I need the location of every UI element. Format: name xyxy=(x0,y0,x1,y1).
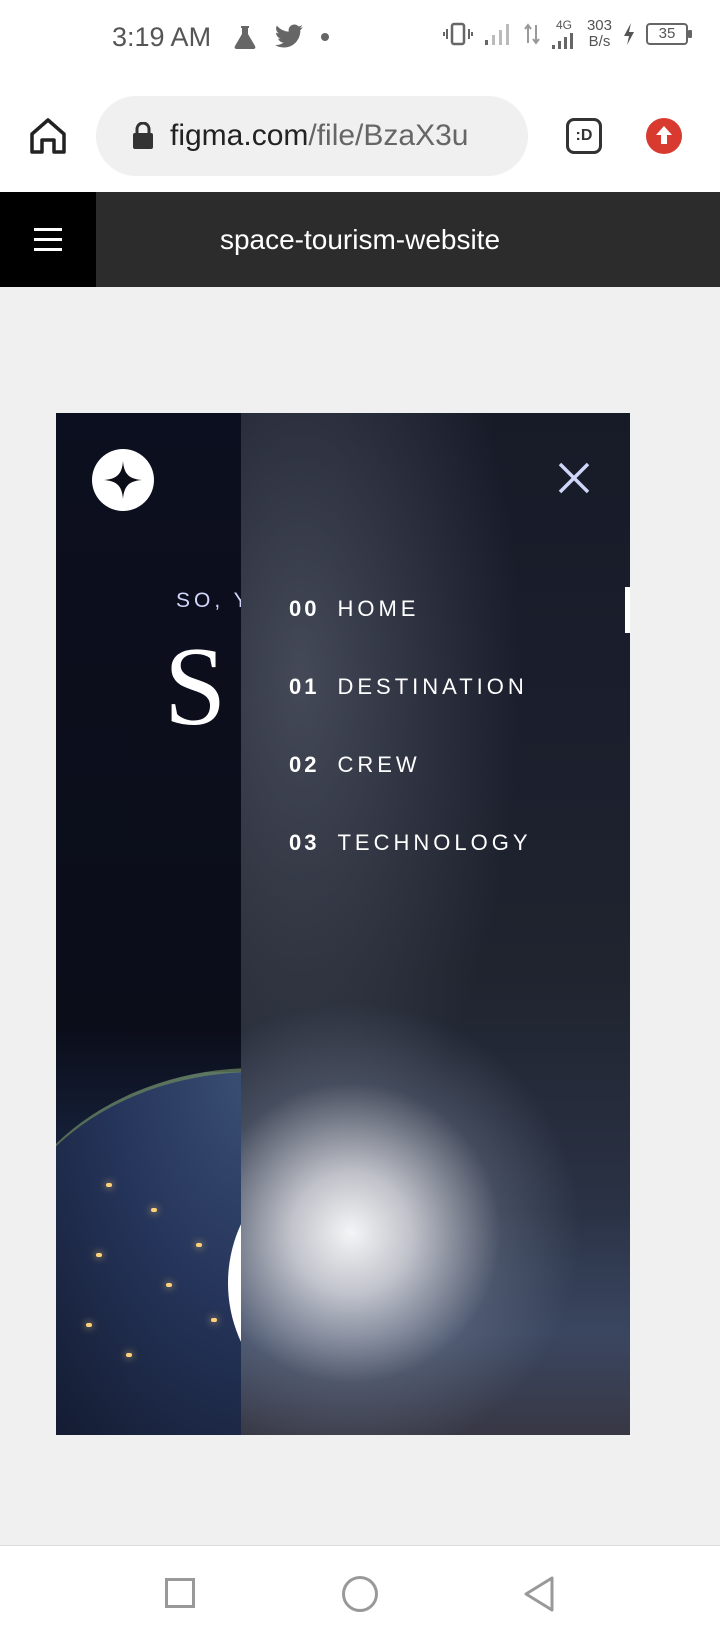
figma-header: space-tourism-website xyxy=(0,192,720,287)
hero-title: S xyxy=(164,625,227,749)
nav-item-technology[interactable]: 03 TECHNOLOGY xyxy=(289,830,532,856)
system-navigation-bar xyxy=(0,1545,720,1640)
hamburger-menu-icon[interactable] xyxy=(0,192,96,287)
mobile-nav-panel: 00 HOME 01 DESTINATION 02 CREW 03 TECHNO… xyxy=(241,413,630,1435)
star-logo-icon xyxy=(104,461,142,499)
nav-item-destination[interactable]: 01 DESTINATION xyxy=(289,674,528,700)
status-right-icons: 4G 303 B/s 35 xyxy=(442,18,692,50)
flask-icon xyxy=(234,26,256,49)
speed-unit: B/s xyxy=(588,33,611,50)
status-bar: 3:19 AM 4G 303 B/s 35 xyxy=(0,0,720,84)
url-text: figma.com/file/BzaX3u xyxy=(170,119,500,153)
browser-toolbar: figma.com/file/BzaX3u :D xyxy=(0,84,720,192)
nav-item-label: CREW xyxy=(337,752,421,777)
nav-item-label: DESTINATION xyxy=(337,674,528,699)
status-notification-icons xyxy=(232,24,330,50)
nav-item-label: HOME xyxy=(337,596,420,621)
lock-icon xyxy=(133,122,153,149)
nav-item-home[interactable]: 00 HOME xyxy=(289,596,419,622)
charging-icon xyxy=(624,23,634,45)
recent-apps-icon[interactable] xyxy=(165,1578,195,1608)
network-speed: 303 B/s xyxy=(587,18,612,50)
speed-value: 303 xyxy=(586,17,612,34)
file-title: space-tourism-website xyxy=(219,224,501,255)
arrow-up-icon xyxy=(656,126,672,144)
dot-icon xyxy=(321,33,329,41)
back-icon[interactable] xyxy=(520,1574,560,1614)
prototype-frame: SO, YO S Let’s face it; if as well genui… xyxy=(56,413,630,1435)
data-arrows-icon xyxy=(524,23,540,45)
signal-icon xyxy=(484,24,509,45)
home-nav-icon[interactable] xyxy=(342,1576,378,1612)
nav-item-label: TECHNOLOGY xyxy=(337,830,532,855)
home-icon[interactable] xyxy=(26,114,70,158)
battery-indicator: 35 xyxy=(646,23,692,45)
nav-item-crew[interactable]: 02 CREW xyxy=(289,752,421,778)
url-domain: figma.com xyxy=(170,119,309,152)
nav-item-number: 00 xyxy=(289,596,320,621)
twitter-icon xyxy=(274,24,303,48)
nav-item-number: 01 xyxy=(289,674,320,699)
address-bar[interactable]: figma.com/file/BzaX3u xyxy=(96,96,528,176)
signal-4g-icon xyxy=(551,33,573,49)
status-time: 3:19 AM xyxy=(112,22,212,52)
update-button[interactable] xyxy=(646,118,682,154)
nav-item-number: 03 xyxy=(289,830,320,855)
close-icon[interactable] xyxy=(557,461,591,495)
active-nav-indicator xyxy=(625,587,630,633)
url-path: /file/BzaX3u xyxy=(308,119,469,152)
network-type: 4G xyxy=(555,18,572,32)
nav-item-number: 02 xyxy=(289,752,320,777)
tab-switcher-button[interactable]: :D xyxy=(566,118,602,154)
vibrate-icon xyxy=(442,22,473,46)
